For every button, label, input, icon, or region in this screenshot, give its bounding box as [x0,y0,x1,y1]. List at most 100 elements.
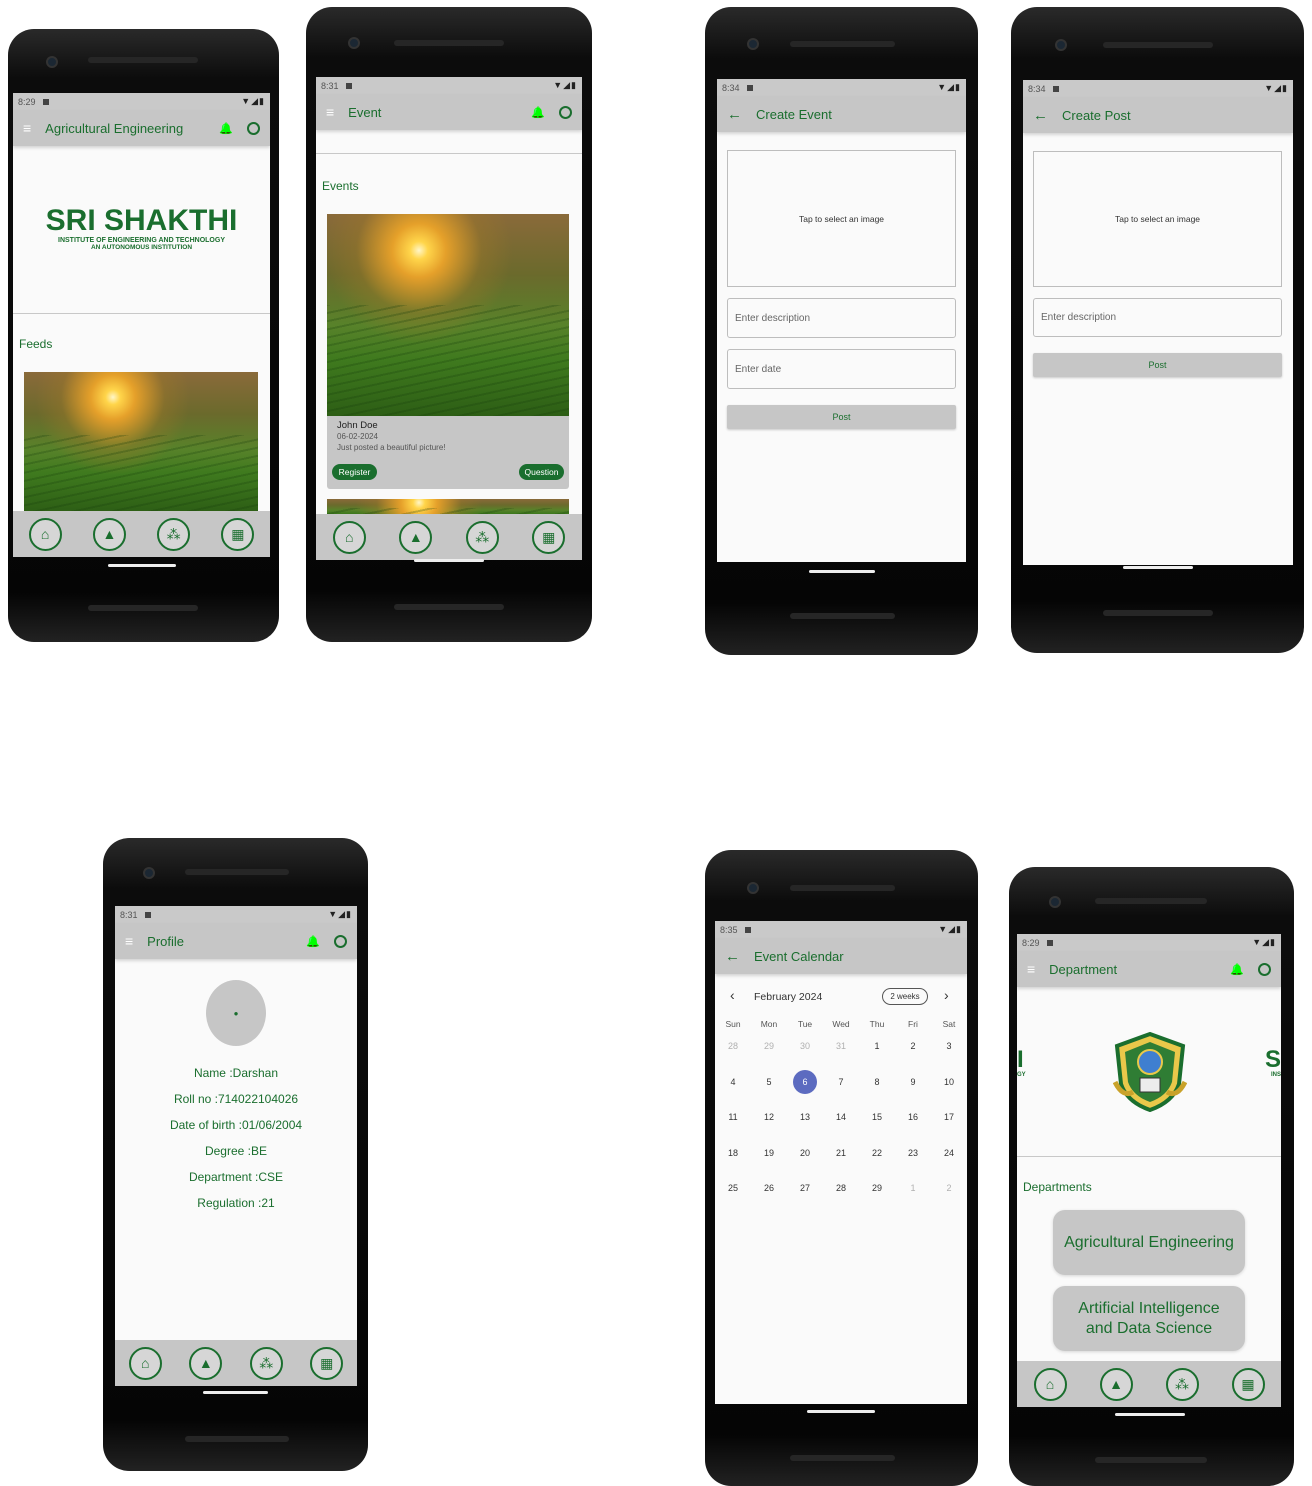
calendar-icon[interactable]: ▦ [1231,1367,1265,1401]
feed-image[interactable] [24,372,258,512]
home-icon[interactable]: ⌂ [1033,1367,1067,1401]
next-month-icon[interactable]: › [944,987,949,1003]
groups-icon[interactable]: ⁂ [1165,1367,1199,1401]
groups-icon[interactable]: ⁂ [249,1346,283,1380]
calendar-day[interactable]: 1 [862,1041,892,1051]
calendar-day[interactable]: 18 [718,1148,748,1158]
menu-icon[interactable]: ≡ [125,933,133,949]
calendar-day[interactable]: 31 [826,1041,856,1051]
school-icon[interactable]: ▲ [92,517,126,551]
gesture-bar[interactable] [108,564,176,567]
avatar[interactable]: ● [206,980,266,1046]
school-icon[interactable]: ▲ [189,1346,223,1380]
calendar-day[interactable]: 26 [754,1183,784,1193]
home-icon[interactable]: ⌂ [28,517,62,551]
calendar-day[interactable]: 3 [934,1041,964,1051]
page-title: Event Calendar [754,948,844,964]
notification-icon[interactable]: 🔔 [306,935,320,948]
prev-month-icon[interactable]: ‹ [730,987,735,1003]
calendar-day[interactable]: 11 [718,1112,748,1122]
gesture-bar[interactable] [1123,566,1193,569]
calendar-day[interactable]: 19 [754,1148,784,1158]
divider [13,313,270,314]
department-ai-data-science[interactable]: Artificial Intelligence and Data Science [1053,1286,1245,1351]
status-bar: 8:31 ▼◢▮ [316,77,582,94]
calendar-day[interactable]: 9 [898,1077,928,1087]
account-icon[interactable] [247,121,260,135]
calendar-day[interactable]: 2 [898,1041,928,1051]
calendar-day[interactable]: 27 [790,1183,820,1193]
calendar-day[interactable]: 29 [754,1041,784,1051]
calendar-day[interactable]: 24 [934,1148,964,1158]
post-button[interactable]: Post [727,405,956,429]
notification-icon[interactable]: 🔔 [1230,963,1244,976]
speaker [1095,898,1207,904]
calendar-day[interactable]: 5 [754,1077,784,1087]
calendar-day[interactable]: 23 [898,1148,928,1158]
calendar-day[interactable]: 15 [862,1112,892,1122]
description-input[interactable]: Enter description [727,298,956,338]
calendar-day[interactable]: 4 [718,1077,748,1087]
back-arrow-icon[interactable]: ← [725,948,740,965]
groups-icon[interactable]: ⁂ [157,517,191,551]
groups-icon[interactable]: ⁂ [465,520,499,554]
gesture-bar[interactable] [1115,1413,1185,1416]
back-arrow-icon[interactable]: ← [1033,107,1048,124]
gesture-bar[interactable] [414,559,484,562]
register-button[interactable]: Register [332,464,377,480]
calendar-day[interactable]: 13 [790,1112,820,1122]
calendar-day[interactable]: 21 [826,1148,856,1158]
home-icon[interactable]: ⌂ [128,1346,162,1380]
format-toggle[interactable]: 2 weeks [882,988,928,1005]
account-icon[interactable] [559,105,572,119]
calendar-icon[interactable]: ▦ [310,1346,344,1380]
app-bar: ← Event Calendar [715,938,967,974]
calendar-day[interactable]: 14 [826,1112,856,1122]
app-bar: ← Create Event [717,96,966,132]
account-icon[interactable] [1258,962,1271,976]
back-arrow-icon[interactable]: ← [727,106,742,123]
image-picker[interactable]: Tap to select an image [727,150,956,287]
calendar-day[interactable]: 17 [934,1112,964,1122]
notification-icon[interactable]: 🔔 [219,122,233,135]
menu-icon[interactable]: ≡ [326,104,334,120]
calendar-icon[interactable]: ▦ [532,520,566,554]
menu-icon[interactable]: ≡ [23,120,31,136]
calendar-day[interactable]: 12 [754,1112,784,1122]
page-title: Profile [147,933,185,949]
description-input[interactable]: Enter description [1033,298,1282,337]
department-agricultural-engineering[interactable]: Agricultural Engineering [1053,1210,1245,1275]
calendar-day[interactable]: 7 [826,1077,856,1087]
image-picker[interactable]: Tap to select an image [1033,151,1282,287]
calendar-day[interactable]: 10 [934,1077,964,1087]
calendar-day[interactable]: 2 [934,1183,964,1193]
menu-icon[interactable]: ≡ [1027,961,1035,977]
school-icon[interactable]: ▲ [399,520,433,554]
calendar-day[interactable]: 8 [862,1077,892,1087]
calendar-icon[interactable]: ▦ [221,517,255,551]
calendar-day[interactable]: 28 [826,1183,856,1193]
event-card[interactable]: John Doe 06-02-2024 Just posted a beauti… [327,214,569,489]
logo-carousel[interactable]: I GY S INS [1017,988,1281,1156]
gesture-bar[interactable] [807,1410,875,1413]
question-button[interactable]: Question [519,464,564,480]
calendar-day[interactable]: 6 [790,1077,820,1087]
home-icon[interactable]: ⌂ [332,520,366,554]
previous-logo-edge: I GY [1017,1046,1026,1079]
gesture-bar[interactable] [809,570,875,573]
calendar-day[interactable]: 29 [862,1183,892,1193]
phone-profile: 8:31 ▼◢▮ ≡ Profile 🔔 ● Name :Darshan Roll… [103,838,368,1471]
calendar-day[interactable]: 28 [718,1041,748,1051]
calendar-day[interactable]: 1 [898,1183,928,1193]
date-input[interactable]: Enter date [727,349,956,389]
post-button[interactable]: Post [1033,353,1282,377]
school-icon[interactable]: ▲ [1099,1367,1133,1401]
notification-icon[interactable]: 🔔 [531,106,545,119]
calendar-day[interactable]: 16 [898,1112,928,1122]
calendar-day[interactable]: 22 [862,1148,892,1158]
calendar-day[interactable]: 20 [790,1148,820,1158]
calendar-day[interactable]: 25 [718,1183,748,1193]
account-icon[interactable] [334,934,347,948]
calendar-day[interactable]: 30 [790,1041,820,1051]
gesture-bar[interactable] [203,1391,268,1394]
